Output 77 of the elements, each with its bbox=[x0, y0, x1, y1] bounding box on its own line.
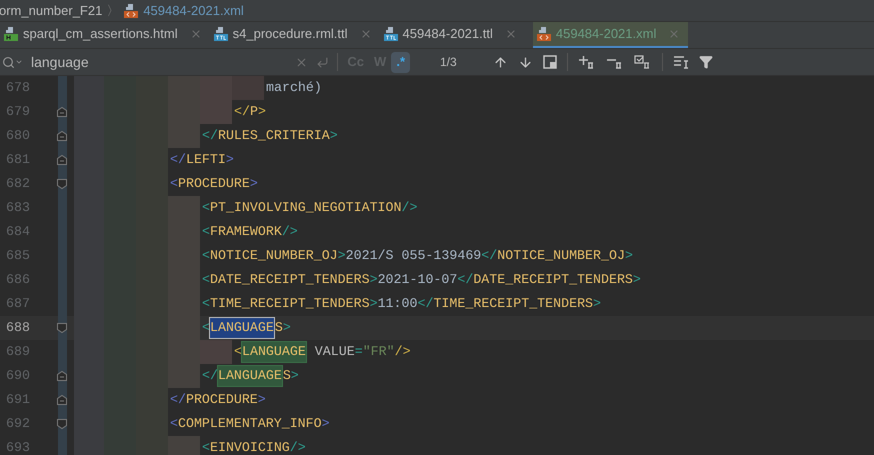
tab-label: s4_procedure.rml.ttl bbox=[232, 25, 348, 44]
line-number: 679 bbox=[5, 103, 31, 122]
indent-guide bbox=[168, 436, 200, 455]
fold-start-icon[interactable] bbox=[56, 418, 68, 430]
breadcrumb-separator: 〉 bbox=[106, 2, 120, 20]
indent-guide bbox=[200, 340, 232, 364]
code-text: <COMPLEMENTARY_INFO> bbox=[169, 415, 330, 434]
editor-tab[interactable]: sparql_cm_assertions.html bbox=[0, 22, 210, 48]
fold-start-icon[interactable] bbox=[56, 322, 68, 334]
editor-tab[interactable]: 459484-2021.ttl bbox=[380, 22, 525, 48]
tab-label: 459484-2021.xml bbox=[556, 25, 656, 44]
breadcrumb-item[interactable]: 459484-2021.xml bbox=[143, 0, 244, 20]
line-number: 690 bbox=[5, 367, 31, 386]
code-text: </LEFTI> bbox=[169, 151, 234, 170]
search-icon[interactable] bbox=[2, 56, 23, 68]
check-occurrences-icon[interactable] bbox=[634, 55, 652, 69]
line-number: 686 bbox=[5, 271, 31, 290]
search-field[interactable]: language bbox=[31, 52, 292, 72]
search-option[interactable]: .* bbox=[391, 52, 410, 72]
code-text: <PT_INVOLVING_NEGOTIATION/> bbox=[201, 199, 418, 218]
indent-guide bbox=[136, 436, 168, 455]
line-number: 688 bbox=[5, 319, 31, 338]
line-number: 683 bbox=[5, 199, 31, 218]
code-text: marché) bbox=[265, 79, 322, 98]
code-text: <LANGUAGE VALUE="FR"/> bbox=[232, 340, 411, 364]
close-icon[interactable] bbox=[504, 28, 517, 40]
select-all-icon[interactable] bbox=[542, 55, 557, 69]
line-number: 685 bbox=[5, 247, 31, 266]
close-icon[interactable] bbox=[190, 28, 202, 40]
code-text: <TIME_RECEIPT_TENDERS>11:00</TIME_RECEIPT_TENDERS> bbox=[201, 295, 602, 314]
match-count: 1/3 bbox=[440, 54, 457, 71]
file-icon bbox=[536, 26, 552, 42]
close-icon[interactable] bbox=[360, 28, 372, 40]
fold-end-icon[interactable] bbox=[56, 370, 68, 382]
add-occurrence-icon[interactable] bbox=[578, 55, 596, 69]
indent-guide bbox=[168, 364, 200, 388]
file-icon bbox=[212, 26, 229, 42]
file-icon bbox=[3, 26, 19, 42]
line-number: 691 bbox=[5, 391, 31, 410]
indent-guide bbox=[168, 196, 200, 220]
code-text: </PROCEDURE> bbox=[169, 391, 266, 410]
line-number: 682 bbox=[5, 175, 31, 194]
tab-label: sparql_cm_assertions.html bbox=[23, 25, 178, 44]
newline-icon[interactable] bbox=[316, 56, 330, 68]
fold-end-icon[interactable] bbox=[56, 154, 68, 166]
fold-end-icon[interactable] bbox=[56, 394, 68, 406]
filter-icon[interactable] bbox=[698, 55, 713, 69]
fold-start-icon[interactable] bbox=[56, 178, 68, 190]
file-icon bbox=[123, 2, 140, 18]
code-text: <LANGUAGES> bbox=[200, 316, 291, 340]
code-text: <EINVOICING/> bbox=[201, 439, 306, 455]
indent-guide bbox=[200, 100, 232, 124]
code-text: <FRAMEWORK/> bbox=[201, 223, 298, 242]
indent-guide bbox=[200, 76, 232, 100]
code-text: <DATE_RECEIPT_TENDERS>2021-10-07</DATE_RECEIPT_TENDERS> bbox=[201, 271, 641, 290]
line-number: 689 bbox=[5, 343, 31, 362]
line-number: 681 bbox=[5, 151, 31, 170]
editor-tab[interactable]: s4_procedure.rml.ttl bbox=[210, 22, 380, 48]
line-number: 680 bbox=[5, 127, 31, 146]
tab-label: 459484-2021.ttl bbox=[402, 25, 493, 44]
line-number: 684 bbox=[5, 223, 31, 242]
code-text: </RULES_CRITERIA> bbox=[201, 127, 338, 146]
line-number: 693 bbox=[5, 439, 31, 455]
indent-guide bbox=[168, 124, 200, 148]
fold-end-icon[interactable] bbox=[56, 130, 68, 142]
fold-end-icon[interactable] bbox=[56, 106, 68, 118]
line-number: 678 bbox=[5, 79, 31, 98]
code-text: <PROCEDURE> bbox=[169, 175, 258, 194]
code-text: </LANGUAGES> bbox=[200, 364, 299, 388]
filter-lines-icon[interactable] bbox=[672, 55, 689, 69]
file-icon bbox=[382, 26, 399, 42]
line-number: 692 bbox=[5, 415, 31, 434]
line-number: 687 bbox=[5, 295, 31, 314]
code-text: <NOTICE_NUMBER_OJ>2021/S 055-139469</NOTICE_NUMBER_OJ> bbox=[201, 247, 633, 266]
arrow-down-icon[interactable] bbox=[518, 54, 533, 70]
code-text: </P> bbox=[233, 103, 266, 122]
clear-icon[interactable] bbox=[295, 56, 308, 68]
